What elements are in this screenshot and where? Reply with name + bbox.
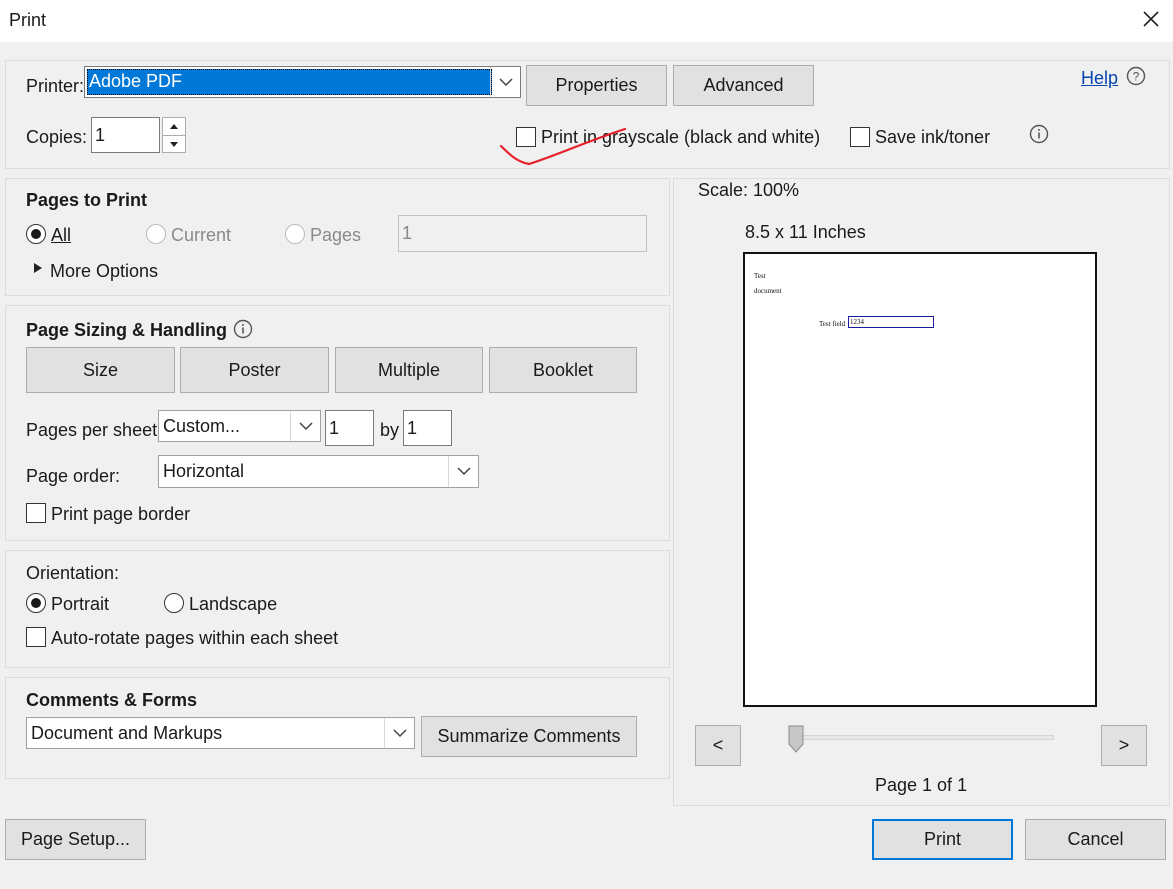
print-border-checkbox[interactable] (26, 503, 46, 523)
auto-rotate-label: Auto-rotate pages within each sheet (51, 628, 339, 648)
preview-text-line2: document (754, 287, 782, 295)
pages-per-sheet-cols-input[interactable]: 1 (325, 410, 374, 446)
size-button-label: Size (82, 359, 118, 380)
pages-per-sheet-select[interactable]: Custom... (158, 410, 321, 442)
radio-landscape[interactable] (164, 593, 184, 613)
radio-pages-label: Pages (310, 225, 362, 245)
more-options-toggle[interactable]: More Options (50, 261, 158, 282)
page-preview: Test document Test field 1234 (743, 252, 1097, 707)
summarize-comments-button[interactable]: Summarize Comments (421, 716, 637, 757)
print-border-label: Print page border (51, 504, 191, 524)
scale-readout: Scale: 100% (698, 180, 800, 200)
radio-landscape-label: Landscape (189, 594, 278, 614)
radio-current-label: Current (171, 225, 232, 245)
help-link[interactable]: Help (1081, 68, 1118, 89)
rows-value: 1 (407, 417, 418, 438)
radio-all-label: All (51, 225, 72, 245)
cols-value: 1 (329, 417, 340, 438)
comments-forms-select[interactable]: Document and Markups (26, 717, 415, 749)
preview-text-line1: Test (754, 272, 766, 280)
prev-page-label: < (712, 735, 724, 755)
slider-thumb[interactable] (787, 725, 805, 753)
pages-to-print-heading: Pages to Print (26, 190, 148, 210)
print-button-label: Print (923, 829, 961, 849)
pages-per-sheet-label: Pages per sheet: (26, 420, 163, 440)
preview-field-label: Test field (819, 320, 846, 328)
summarize-comments-label: Summarize Comments (437, 726, 621, 746)
booklet-button[interactable]: Booklet (489, 347, 637, 393)
cancel-button[interactable]: Cancel (1025, 819, 1166, 860)
pages-per-sheet-value: Custom... (163, 415, 241, 436)
triangle-right-icon[interactable] (33, 262, 43, 274)
next-page-label: > (1118, 735, 1130, 755)
save-ink-checkbox[interactable] (850, 127, 870, 147)
print-button[interactable]: Print (872, 819, 1013, 860)
radio-pages[interactable] (285, 224, 305, 244)
copies-value: 1 (95, 124, 106, 145)
comments-forms-value: Document and Markups (31, 722, 223, 743)
page-setup-button[interactable]: Page Setup... (5, 819, 146, 860)
chevron-down-icon[interactable] (448, 456, 478, 487)
page-order-value: Horizontal (163, 461, 245, 481)
comments-forms-heading: Comments & Forms (26, 690, 198, 710)
properties-button[interactable]: Properties (526, 65, 667, 106)
advanced-button-label: Advanced (703, 75, 784, 95)
copies-input[interactable]: 1 (91, 117, 160, 153)
pages-range-value: 1 (402, 223, 413, 243)
page-setup-label: Page Setup... (20, 829, 131, 849)
copies-label: Copies: (26, 127, 88, 147)
pages-range-input[interactable]: 1 (398, 215, 647, 252)
chevron-down-icon[interactable] (490, 67, 520, 97)
preview-field-box: 1234 (848, 316, 934, 328)
next-page-button[interactable]: > (1101, 725, 1147, 766)
printer-select-value: Adobe PDF (89, 71, 183, 91)
auto-rotate-checkbox[interactable] (26, 627, 46, 647)
close-icon[interactable] (1138, 6, 1164, 32)
multiple-button[interactable]: Multiple (335, 347, 483, 393)
cancel-button-label: Cancel (1067, 829, 1124, 849)
prev-page-button[interactable]: < (695, 725, 741, 766)
size-button[interactable]: Size (26, 347, 175, 393)
radio-portrait-label: Portrait (51, 594, 110, 614)
page-order-label: Page order: (26, 466, 121, 486)
window-title: Print (9, 10, 47, 30)
poster-button[interactable]: Poster (180, 347, 329, 393)
copies-stepper[interactable] (162, 117, 186, 153)
help-icon[interactable]: ? (1126, 66, 1146, 86)
multiple-button-label: Multiple (377, 359, 441, 380)
by-label: by (380, 420, 400, 440)
printer-select[interactable]: Adobe PDF (84, 66, 521, 98)
title-bar: Print (0, 0, 1173, 42)
stepper-up-icon[interactable] (163, 118, 185, 135)
radio-portrait[interactable] (26, 593, 46, 613)
svg-text:?: ? (1133, 70, 1140, 84)
pages-per-sheet-rows-input[interactable]: 1 (403, 410, 452, 446)
page-order-select[interactable]: Horizontal (158, 455, 479, 488)
page-slider-track[interactable] (790, 735, 1054, 740)
radio-all[interactable] (26, 224, 46, 244)
page-info: Page 1 of 1 (875, 775, 968, 795)
chevron-down-icon[interactable] (290, 411, 320, 441)
radio-current[interactable] (146, 224, 166, 244)
red-annotation-stroke (499, 127, 627, 166)
booklet-button-label: Booklet (532, 359, 594, 380)
info-icon[interactable] (1029, 124, 1049, 144)
page-sizing-heading: Page Sizing & Handling (26, 320, 228, 340)
printer-label: Printer: (26, 76, 85, 96)
stepper-down-icon[interactable] (163, 136, 185, 153)
paper-size-readout: 8.5 x 11 Inches (745, 222, 866, 242)
advanced-button[interactable]: Advanced (673, 65, 814, 106)
poster-button-label: Poster (228, 359, 281, 380)
preview-field-value: 1234 (850, 318, 864, 326)
save-ink-label: Save ink/toner (875, 127, 991, 147)
orientation-heading: Orientation: (26, 563, 120, 583)
properties-button-label: Properties (555, 75, 638, 95)
chevron-down-icon[interactable] (384, 718, 414, 748)
info-icon[interactable] (233, 319, 253, 339)
